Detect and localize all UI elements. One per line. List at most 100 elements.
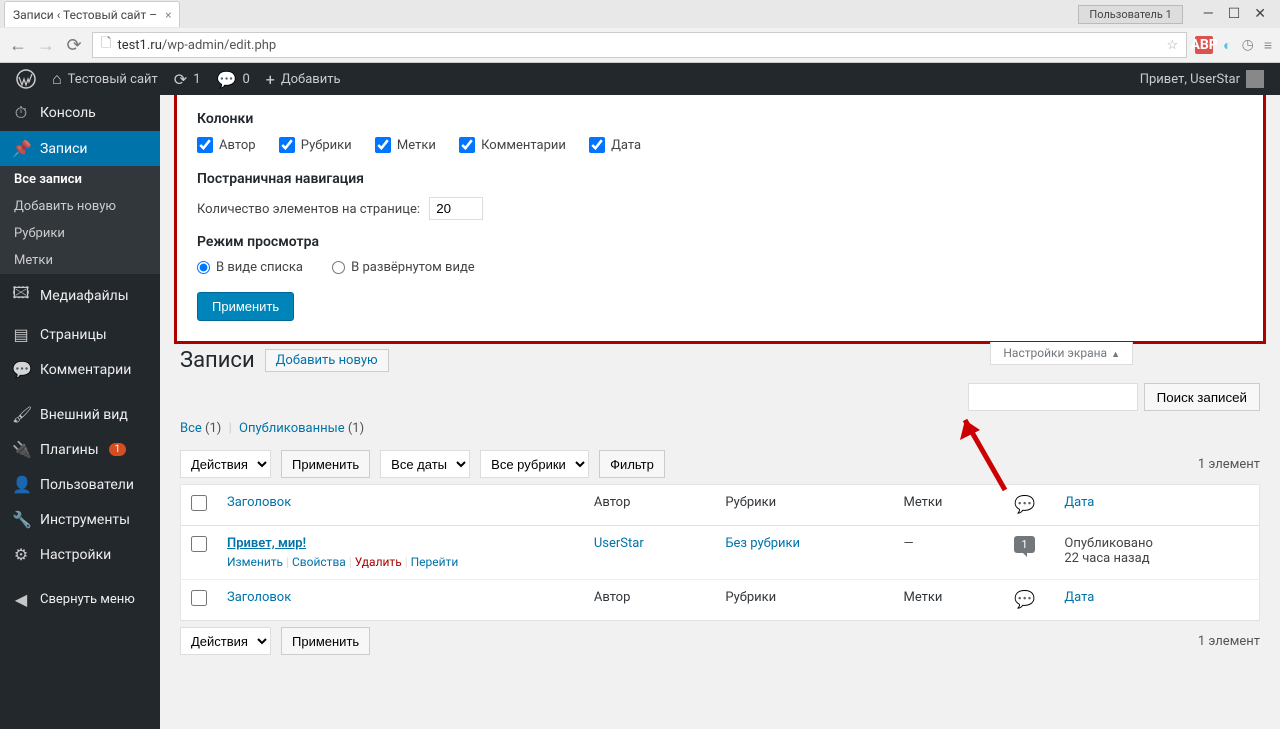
col-title-foot[interactable]: Заголовок (227, 590, 291, 605)
reload-icon[interactable]: ⟳ (64, 35, 84, 56)
user-badge[interactable]: Пользователь 1 (1078, 5, 1182, 24)
action-edit[interactable]: Изменить (227, 555, 283, 569)
sidebar-item-plugins[interactable]: 🔌Плагины1 (0, 432, 160, 467)
star-icon[interactable]: ☆ (1166, 38, 1178, 53)
filter-published[interactable]: Опубликованные (239, 421, 345, 436)
action-trash[interactable]: Удалить (355, 555, 402, 569)
action-quick-edit[interactable]: Свойства (292, 555, 346, 569)
view-list-radio[interactable]: В виде списка (197, 260, 303, 275)
search-input[interactable] (968, 383, 1138, 411)
action-view[interactable]: Перейти (411, 555, 459, 569)
plus-icon: + (266, 70, 275, 89)
menu-icon[interactable]: ≡ (1264, 37, 1272, 54)
close-icon[interactable]: × (165, 8, 171, 22)
sidebar-item-posts[interactable]: 📌Записи (0, 131, 160, 166)
bulk-actions-select-bottom[interactable]: Действия (180, 627, 271, 655)
sub-item-all-posts[interactable]: Все записи (0, 166, 160, 193)
per-page-input[interactable] (429, 197, 483, 220)
column-checkbox-cats[interactable]: Рубрики (279, 137, 352, 153)
plug-icon: 🔌 (12, 440, 30, 459)
site-name-link[interactable]: ⌂ Тестовый сайт (44, 63, 166, 95)
col-date[interactable]: Дата (1064, 495, 1094, 510)
comment-count-bubble[interactable]: 1 (1014, 536, 1034, 553)
sub-item-add-new[interactable]: Добавить новую (0, 193, 160, 220)
author-link[interactable]: UserStar (594, 536, 644, 551)
sub-item-categories[interactable]: Рубрики (0, 220, 160, 247)
pagination-heading: Постраничная навигация (197, 171, 1243, 187)
column-checkbox-author[interactable]: Автор (197, 137, 256, 153)
add-new-button[interactable]: Добавить новую (265, 349, 389, 372)
search-button[interactable]: Поиск записей (1144, 383, 1260, 411)
update-badge: 1 (109, 443, 127, 456)
bulk-apply-button-bottom[interactable]: Применить (281, 627, 370, 655)
post-title-link[interactable]: Привет, мир! (227, 536, 306, 551)
col-title[interactable]: Заголовок (227, 495, 291, 510)
forward-icon[interactable]: → (36, 35, 56, 56)
comment-icon: 💬 (12, 360, 30, 379)
col-date-foot[interactable]: Дата (1064, 590, 1094, 605)
url-field[interactable]: 🗋 test1.ru/wp-admin/edit.php ☆ (92, 32, 1187, 58)
tags-cell: — (903, 536, 913, 551)
maximize-icon[interactable]: ☐ (1228, 6, 1241, 22)
wp-logo[interactable] (8, 63, 44, 95)
back-icon[interactable]: ← (8, 35, 28, 56)
comments-link[interactable]: 💬 0 (209, 63, 258, 95)
category-link[interactable]: Без рубрики (725, 536, 800, 551)
screen-options-tab[interactable]: Настройки экрана (990, 342, 1133, 365)
select-all-checkbox-foot[interactable] (191, 590, 207, 606)
browser-tab[interactable]: Записи ‹ Тестовый сайт – × (4, 1, 180, 27)
add-new-link[interactable]: + Добавить (258, 63, 349, 95)
date-filter-select[interactable]: Все даты (380, 450, 470, 478)
tab-bar: Записи ‹ Тестовый сайт – × Пользователь … (0, 0, 1280, 28)
extension-icons: ABP ◐ ◷ ≡ (1195, 36, 1272, 54)
collapse-icon: ◀ (12, 590, 30, 609)
wrench-icon: 🔧 (12, 510, 30, 529)
sidebar-item-comments[interactable]: 💬Комментарии (0, 352, 160, 387)
bulk-apply-button[interactable]: Применить (281, 450, 370, 478)
col-cats: Рубрики (725, 495, 776, 510)
ext-icon[interactable]: ◐ (1223, 37, 1231, 54)
pages-icon: ▤ (12, 325, 30, 344)
row-checkbox[interactable] (191, 536, 207, 552)
comments-count: 0 (242, 72, 249, 87)
ext-icon[interactable]: ◷ (1242, 37, 1254, 53)
sidebar-item-pages[interactable]: ▤Страницы (0, 317, 160, 352)
sidebar-item-appearance[interactable]: 🖌Внешний вид (0, 397, 160, 432)
table-row: Привет, мир! Изменить | Свойства | Удали… (181, 526, 1260, 580)
apply-screen-options-button[interactable]: Применить (197, 292, 294, 321)
comment-icon: 💬 (217, 70, 237, 89)
date-status: Опубликовано (1064, 536, 1153, 551)
col-author: Автор (594, 495, 631, 510)
close-window-icon[interactable]: ✕ (1254, 6, 1266, 22)
select-all-checkbox[interactable] (191, 495, 207, 511)
tab-title: Записи ‹ Тестовый сайт – (13, 8, 157, 22)
address-bar: ← → ⟳ 🗋 test1.ru/wp-admin/edit.php ☆ ABP… (0, 28, 1280, 62)
window-controls: — ☐ ✕ (1203, 6, 1266, 22)
view-mode-heading: Режим просмотра (197, 234, 1243, 250)
sliders-icon: ⚙ (12, 545, 30, 564)
filter-all[interactable]: Все (180, 421, 202, 436)
column-checkbox-tags[interactable]: Метки (375, 137, 436, 153)
column-checkbox-date[interactable]: Дата (589, 137, 641, 153)
sub-item-tags[interactable]: Метки (0, 247, 160, 274)
sidebar-item-settings[interactable]: ⚙Настройки (0, 537, 160, 572)
collapse-menu[interactable]: ◀Свернуть меню (0, 582, 160, 617)
sidebar-item-tools[interactable]: 🔧Инструменты (0, 502, 160, 537)
column-checkbox-comments[interactable]: Комментарии (459, 137, 566, 153)
sidebar-item-media[interactable]: 🖾Медиафайлы (0, 274, 160, 317)
updates-link[interactable]: ⟳ 1 (166, 63, 209, 95)
item-count: 1 элемент (1198, 457, 1260, 472)
sidebar-item-users[interactable]: 👤Пользователи (0, 467, 160, 502)
minimize-icon[interactable]: — (1203, 6, 1214, 22)
user-icon: 👤 (12, 475, 30, 494)
view-excerpt-radio[interactable]: В развёрнутом виде (332, 260, 475, 275)
url-host: test1.ru (117, 38, 161, 53)
filter-button[interactable]: Фильтр (599, 450, 665, 478)
account-link[interactable]: Привет, UserStar (1132, 63, 1272, 95)
sidebar-item-dashboard[interactable]: ⏱Консоль (0, 95, 160, 131)
columns-heading: Колонки (197, 111, 1243, 127)
category-filter-select[interactable]: Все рубрики (480, 450, 589, 478)
abp-icon[interactable]: ABP (1195, 36, 1213, 54)
bulk-actions-select[interactable]: Действия (180, 450, 271, 478)
main-content: Колонки Автор Рубрики Метки Комментарии … (160, 95, 1280, 729)
